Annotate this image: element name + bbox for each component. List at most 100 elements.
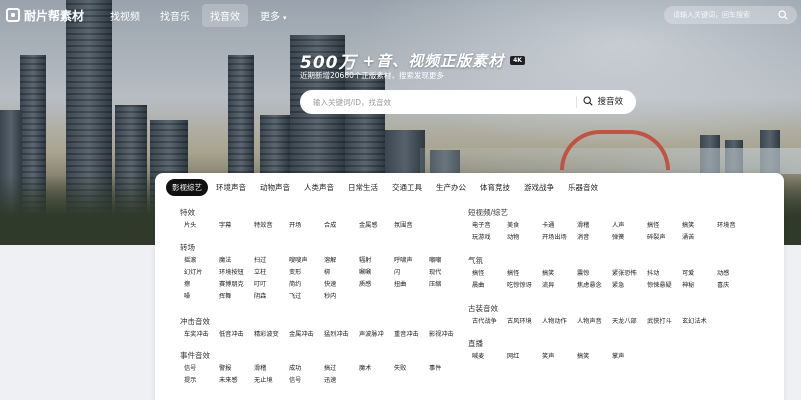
- tab-film-variety[interactable]: 影视综艺: [166, 179, 208, 196]
- category-tag[interactable]: 特效音: [254, 220, 273, 229]
- category-tag[interactable]: 赛博朋克: [219, 279, 244, 288]
- category-tag[interactable]: 噪: [184, 291, 190, 300]
- category-tag[interactable]: 溶解: [324, 255, 336, 264]
- category-tag[interactable]: 提示: [184, 375, 196, 384]
- brand-logo[interactable]: 耐片帮素材: [6, 4, 84, 26]
- category-tag[interactable]: 信号: [184, 363, 196, 372]
- category-tag[interactable]: 焦虑悬念: [577, 280, 602, 289]
- category-tag[interactable]: 搞过: [324, 363, 336, 372]
- category-tag[interactable]: 事件: [429, 363, 441, 372]
- category-tag[interactable]: 成功: [289, 363, 301, 372]
- category-tag[interactable]: 迅速: [324, 375, 336, 384]
- category-tag[interactable]: 涌苦: [682, 232, 694, 241]
- nav-item-music[interactable]: 找音乐: [152, 4, 198, 27]
- category-tag[interactable]: 快速: [324, 279, 336, 288]
- category-tag[interactable]: 武侠打斗: [647, 316, 672, 325]
- category-tag[interactable]: 古风环境: [507, 316, 532, 325]
- category-tag[interactable]: 碎裂声: [647, 232, 666, 241]
- category-tag[interactable]: 嗖嗖声: [289, 255, 308, 264]
- category-tag[interactable]: 信号: [289, 375, 301, 384]
- category-tag[interactable]: 掌声: [612, 351, 624, 360]
- category-tag[interactable]: 喊麦: [472, 351, 484, 360]
- category-tag[interactable]: 玩游戏: [472, 232, 491, 241]
- tab-human[interactable]: 人类声音: [298, 179, 340, 196]
- category-tag[interactable]: 滑稽: [577, 220, 589, 229]
- category-tag[interactable]: 抖动: [647, 268, 659, 277]
- category-tag[interactable]: 晨曲: [472, 280, 484, 289]
- category-tag[interactable]: 质感: [359, 279, 371, 288]
- nav-item-more[interactable]: 更多: [252, 4, 295, 27]
- category-tag[interactable]: 扫过: [254, 255, 266, 264]
- category-tag[interactable]: 立柱: [254, 267, 266, 276]
- category-tag[interactable]: 压缩: [429, 279, 441, 288]
- category-tag[interactable]: 搞笑: [682, 220, 694, 229]
- category-tag[interactable]: 叮叮: [254, 279, 266, 288]
- category-tag[interactable]: 动物: [507, 232, 519, 241]
- category-tag[interactable]: 金属冲击: [289, 329, 314, 338]
- category-tag[interactable]: 闪: [394, 267, 400, 276]
- category-tag[interactable]: 摇滚: [184, 255, 196, 264]
- category-tag[interactable]: 幻灯片: [184, 267, 203, 276]
- category-tag[interactable]: 搞怪: [472, 268, 484, 277]
- category-tag[interactable]: 开场: [289, 220, 301, 229]
- category-tag[interactable]: 古代战争: [472, 316, 497, 325]
- search-icon[interactable]: [778, 10, 788, 20]
- category-tag[interactable]: 天龙八部: [612, 316, 637, 325]
- category-tag[interactable]: 声波脉冲: [359, 329, 384, 338]
- category-tag[interactable]: 紧急: [612, 280, 624, 289]
- category-tag[interactable]: 搞怪: [507, 268, 519, 277]
- category-tag[interactable]: 重音冲击: [394, 329, 419, 338]
- search-sound-effects-button[interactable]: 搜音效: [583, 95, 623, 107]
- category-tag[interactable]: 流异: [542, 280, 554, 289]
- category-tag[interactable]: 辐射: [359, 255, 371, 264]
- category-tag[interactable]: 擦: [184, 279, 190, 288]
- category-tag[interactable]: 环境按钮: [219, 267, 244, 276]
- tab-instruments[interactable]: 乐器音效: [562, 179, 604, 196]
- category-tag[interactable]: 玄幻法术: [682, 316, 707, 325]
- category-tag[interactable]: 警报: [219, 363, 231, 372]
- tab-daily-life[interactable]: 日常生活: [342, 179, 384, 196]
- category-tag[interactable]: 嘲嘲: [429, 255, 441, 264]
- nav-item-sound-effects[interactable]: 找音效: [202, 3, 249, 27]
- category-tag[interactable]: 搞笑: [577, 351, 589, 360]
- hero-search-input[interactable]: [313, 97, 563, 107]
- category-tag[interactable]: 笑声: [542, 351, 554, 360]
- category-tag[interactable]: 车奖冲击: [184, 329, 209, 338]
- category-tag[interactable]: 惊悚悬疑: [647, 280, 672, 289]
- tab-games-war[interactable]: 游戏战争: [518, 179, 560, 196]
- category-tag[interactable]: 现代: [429, 267, 441, 276]
- category-tag[interactable]: 搞怪: [647, 220, 659, 229]
- category-tag[interactable]: 魔术: [359, 363, 371, 372]
- category-tag[interactable]: 美食: [507, 220, 519, 229]
- category-tag[interactable]: 扭曲: [394, 279, 406, 288]
- category-tag[interactable]: 秒内: [324, 291, 336, 300]
- category-tag[interactable]: 魔法: [219, 255, 231, 264]
- category-tag[interactable]: 未来感: [219, 375, 238, 384]
- category-tag[interactable]: 环境音: [717, 220, 736, 229]
- category-tag[interactable]: 开场出场: [542, 232, 567, 241]
- tab-sports[interactable]: 体育竞技: [474, 179, 516, 196]
- category-tag[interactable]: 紧张恐怖: [612, 268, 637, 277]
- category-tag[interactable]: 震惊: [577, 268, 589, 277]
- top-search-input[interactable]: [673, 11, 778, 19]
- category-tag[interactable]: 卡通: [542, 220, 554, 229]
- category-tag[interactable]: 神秘: [682, 280, 694, 289]
- category-tag[interactable]: 滑稽: [254, 363, 266, 372]
- category-tag[interactable]: 字幕: [219, 220, 231, 229]
- category-tag[interactable]: 合成: [324, 220, 336, 229]
- category-tag[interactable]: 网红: [507, 351, 519, 360]
- category-tag[interactable]: 变形: [289, 267, 301, 276]
- category-tag[interactable]: 搞笑: [542, 268, 554, 277]
- category-tag[interactable]: 低音冲击: [219, 329, 244, 338]
- category-tag[interactable]: 梆: [324, 267, 330, 276]
- category-tag[interactable]: 呼啸声: [394, 255, 413, 264]
- tab-environment[interactable]: 环境声音: [210, 179, 252, 196]
- category-tag[interactable]: 唰唰: [359, 267, 371, 276]
- category-tag[interactable]: 失败: [394, 363, 406, 372]
- tab-transport[interactable]: 交通工具: [386, 179, 428, 196]
- tab-production-office[interactable]: 生产办公: [430, 179, 472, 196]
- category-tag[interactable]: 可爱: [682, 268, 694, 277]
- category-tag[interactable]: 飞过: [289, 291, 301, 300]
- category-tag[interactable]: 动感: [717, 268, 729, 277]
- category-tag[interactable]: 弹簧: [612, 232, 624, 241]
